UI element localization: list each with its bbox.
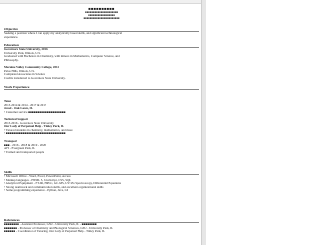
resume-page: ■■■■■■■■■■ ■■■■■■■■■■■■■■■■■■■■■ ■■■■■■■… [4, 5, 199, 245]
resume-header: ■■■■■■■■■■ ■■■■■■■■■■■■■■■■■■■■■ ■■■■■■■… [4, 6, 199, 20]
education-1-line-3: Philosophy. [4, 58, 19, 62]
objective-line-1: Seeking a position where I can apply my … [4, 32, 123, 35]
work-2-line-4: • ■■■■■■■■■■■■■■■■■■■■■■■■■■■■■■■■ [4, 132, 66, 135]
work-3-line-3: • Trained and transported people [4, 150, 45, 154]
window-scrollbar[interactable] [201, 0, 206, 245]
window-top-edge [0, 0, 206, 4]
objective-line-2: experience. [4, 35, 19, 39]
contact-line-3: ■■■■■■■■■■■■■■■■■■■■■■■ [83, 17, 120, 20]
education-2-line-3: Credits transferred to Governors State U… [4, 76, 66, 80]
work-1-line-3: • Customer service ■■■■■■■■■■■■■■■■■■■■ [4, 110, 66, 114]
references-line-3: ■■■■■■ - Coordinator of Tutoring, Our La… [4, 230, 106, 233]
skills-line-5: • Some programming experience - Python, … [4, 189, 69, 192]
education-1-line-2: Graduated with Bachelors in Chemistry, w… [4, 55, 120, 58]
work-heading: Work Experience [4, 85, 199, 90]
